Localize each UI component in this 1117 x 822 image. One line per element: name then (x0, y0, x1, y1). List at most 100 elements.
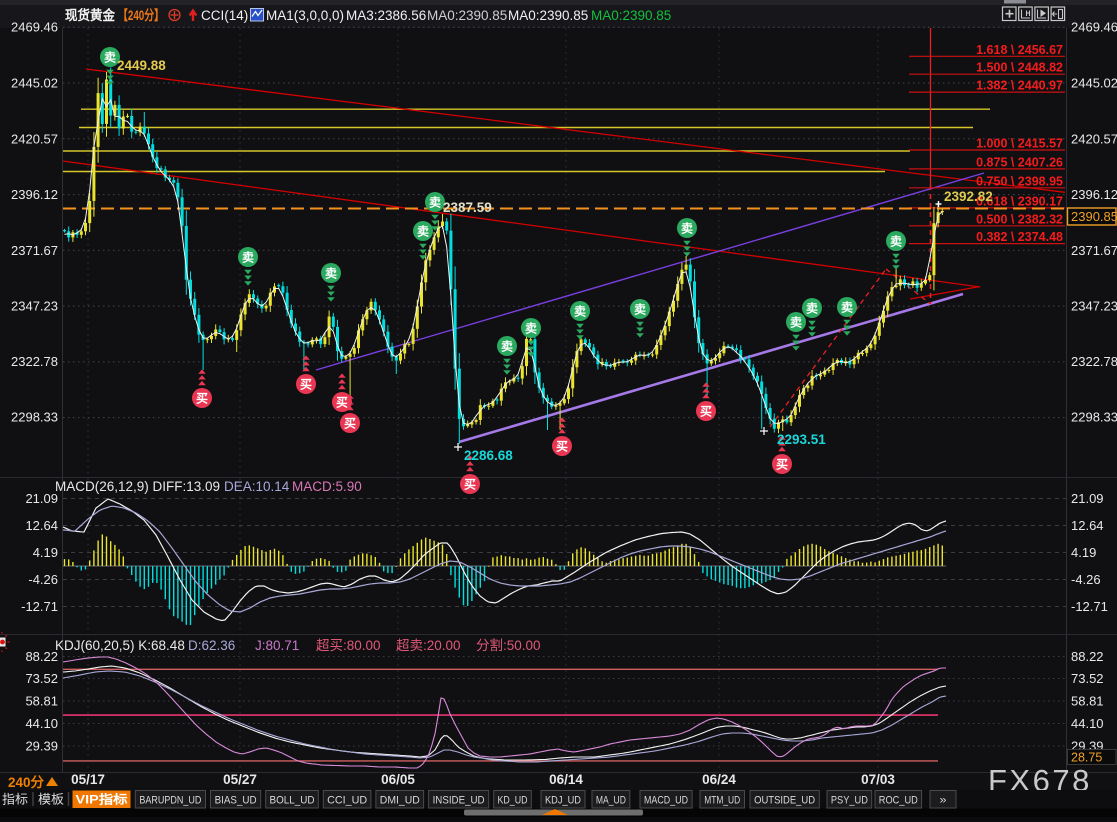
svg-text:2392.82: 2392.82 (944, 189, 993, 204)
svg-text:PSY_UD: PSY_UD (831, 795, 868, 807)
svg-text:KD_UD: KD_UD (498, 795, 528, 807)
svg-text:4.19: 4.19 (33, 545, 58, 560)
svg-text:超卖:20.00: 超卖:20.00 (396, 638, 461, 653)
svg-text:44.10: 44.10 (1071, 716, 1104, 731)
svg-text:1.618 \ 2456.67: 1.618 \ 2456.67 (976, 43, 1063, 57)
svg-text:0.382 \ 2374.48: 0.382 \ 2374.48 (976, 230, 1063, 244)
svg-text:CCI_UD: CCI_UD (327, 795, 367, 807)
svg-text:MA1(3,0,0,0): MA1(3,0,0,0) (266, 8, 344, 23)
svg-text:2396.12: 2396.12 (1071, 187, 1117, 202)
svg-text:2420.57: 2420.57 (11, 132, 58, 147)
svg-text:卖: 卖 (790, 315, 802, 330)
svg-text:MTM_UD: MTM_UD (704, 795, 740, 807)
svg-text:D:62.36: D:62.36 (188, 638, 235, 653)
svg-text:88.22: 88.22 (1071, 649, 1104, 664)
svg-text:MA_UD: MA_UD (596, 795, 626, 807)
svg-text:1.500 \ 2448.82: 1.500 \ 2448.82 (976, 61, 1063, 75)
svg-text:分割:50.00: 分割:50.00 (476, 637, 541, 653)
svg-text:73.52: 73.52 (1071, 671, 1104, 686)
svg-text:2420.57: 2420.57 (1071, 132, 1117, 147)
svg-text:73.52: 73.52 (25, 671, 58, 686)
svg-text:买: 买 (700, 405, 712, 419)
svg-text:05/17: 05/17 (71, 772, 105, 787)
svg-text:2371.67: 2371.67 (11, 243, 58, 258)
svg-text:2396.12: 2396.12 (11, 187, 58, 202)
svg-text:05/27: 05/27 (223, 772, 257, 787)
svg-text:超买:80.00: 超买:80.00 (316, 638, 381, 653)
svg-text:J:80.71: J:80.71 (255, 638, 299, 653)
svg-text:21.09: 21.09 (1071, 491, 1104, 506)
svg-text:2347.23: 2347.23 (11, 299, 58, 314)
svg-text:2387.59: 2387.59 (443, 200, 492, 215)
svg-text:12.64: 12.64 (1071, 518, 1104, 533)
svg-text:卖: 卖 (634, 302, 646, 317)
svg-text:44.10: 44.10 (25, 716, 58, 731)
svg-text:卖: 卖 (806, 301, 818, 316)
svg-text:买: 买 (336, 396, 348, 410)
svg-text:BIAS_UD: BIAS_UD (215, 795, 257, 807)
svg-text:卖: 卖 (325, 266, 337, 281)
svg-text:2298.33: 2298.33 (11, 410, 58, 425)
svg-text:MA3:2386.56: MA3:2386.56 (346, 8, 426, 23)
svg-text:INSIDE_UD: INSIDE_UD (433, 795, 485, 807)
svg-text:2469.46: 2469.46 (11, 20, 58, 35)
svg-text:买: 买 (344, 417, 356, 431)
svg-text:DEA:10.14: DEA:10.14 (224, 479, 290, 494)
svg-text:2371.67: 2371.67 (1071, 243, 1117, 258)
svg-text:模板: 模板 (38, 793, 65, 807)
svg-text:卖: 卖 (525, 321, 537, 336)
svg-text:买: 买 (464, 478, 476, 492)
svg-text:-4.26: -4.26 (1071, 572, 1101, 587)
svg-text:07/03: 07/03 (861, 772, 895, 787)
svg-text:2445.02: 2445.02 (11, 76, 58, 91)
svg-text:2449.88: 2449.88 (117, 58, 166, 73)
svg-text:卖: 卖 (681, 221, 693, 236)
svg-text:06/24: 06/24 (702, 772, 736, 787)
svg-text:2293.51: 2293.51 (777, 432, 826, 447)
svg-text:58.81: 58.81 (25, 694, 58, 709)
svg-text:MACD:5.90: MACD:5.90 (292, 479, 362, 494)
svg-text:1.000 \ 2415.57: 1.000 \ 2415.57 (976, 137, 1063, 151)
svg-text:买: 买 (196, 392, 208, 406)
svg-text:4.19: 4.19 (1071, 545, 1096, 560)
svg-text:卖: 卖 (501, 339, 513, 354)
svg-text:卖: 卖 (574, 304, 586, 319)
svg-text:2322.78: 2322.78 (1071, 354, 1117, 369)
svg-text:MACD_UD: MACD_UD (644, 795, 688, 807)
svg-text:卖: 卖 (242, 250, 254, 265)
svg-text:06/14: 06/14 (549, 772, 583, 787)
svg-text:MACD(26,12,9) DIFF:13.09: MACD(26,12,9) DIFF:13.09 (55, 479, 220, 494)
svg-text:MA0:2390.85: MA0:2390.85 (427, 8, 507, 23)
svg-text:MA0:2390.85: MA0:2390.85 (591, 8, 671, 23)
svg-text:卖: 卖 (890, 234, 902, 249)
svg-text:DMI_UD: DMI_UD (380, 795, 420, 807)
svg-text:2298.33: 2298.33 (1071, 410, 1117, 425)
svg-text:OUTSIDE_UD: OUTSIDE_UD (754, 795, 815, 807)
svg-text:卖: 卖 (104, 50, 116, 65)
svg-text:MA0:2390.85: MA0:2390.85 (508, 8, 588, 23)
svg-text:BOLL_UD: BOLL_UD (270, 795, 315, 807)
svg-text:2347.23: 2347.23 (1071, 299, 1117, 314)
svg-text:KDJ_UD: KDJ_UD (545, 795, 581, 807)
svg-text:-12.71: -12.71 (21, 599, 58, 614)
svg-text:指标: 指标 (2, 792, 28, 807)
svg-text:1.382 \ 2440.97: 1.382 \ 2440.97 (976, 79, 1063, 93)
svg-text:CCI(14): CCI(14) (201, 8, 248, 23)
svg-text:2469.46: 2469.46 (1071, 20, 1117, 35)
svg-text:12.64: 12.64 (25, 518, 58, 533)
svg-text:2286.68: 2286.68 (464, 448, 513, 463)
svg-text:2390.85: 2390.85 (1071, 209, 1117, 224)
svg-text:VIP指标: VIP指标 (76, 792, 128, 807)
svg-text:2445.02: 2445.02 (1071, 76, 1117, 91)
svg-text:KDJ(60,20,5) K:68.48: KDJ(60,20,5) K:68.48 (55, 638, 185, 653)
svg-text:2322.78: 2322.78 (11, 354, 58, 369)
svg-text:06/05: 06/05 (381, 772, 415, 787)
svg-text:-12.71: -12.71 (1071, 599, 1108, 614)
svg-text:0.750 \ 2398.95: 0.750 \ 2398.95 (976, 174, 1063, 188)
svg-text:29.39: 29.39 (25, 739, 58, 754)
svg-text:买: 买 (556, 440, 568, 454)
svg-text:240分: 240分 (8, 775, 45, 790)
svg-text:58.81: 58.81 (1071, 694, 1104, 709)
svg-text:【240分】: 【240分】 (118, 8, 164, 23)
svg-text:现货黄金: 现货黄金 (65, 7, 115, 23)
